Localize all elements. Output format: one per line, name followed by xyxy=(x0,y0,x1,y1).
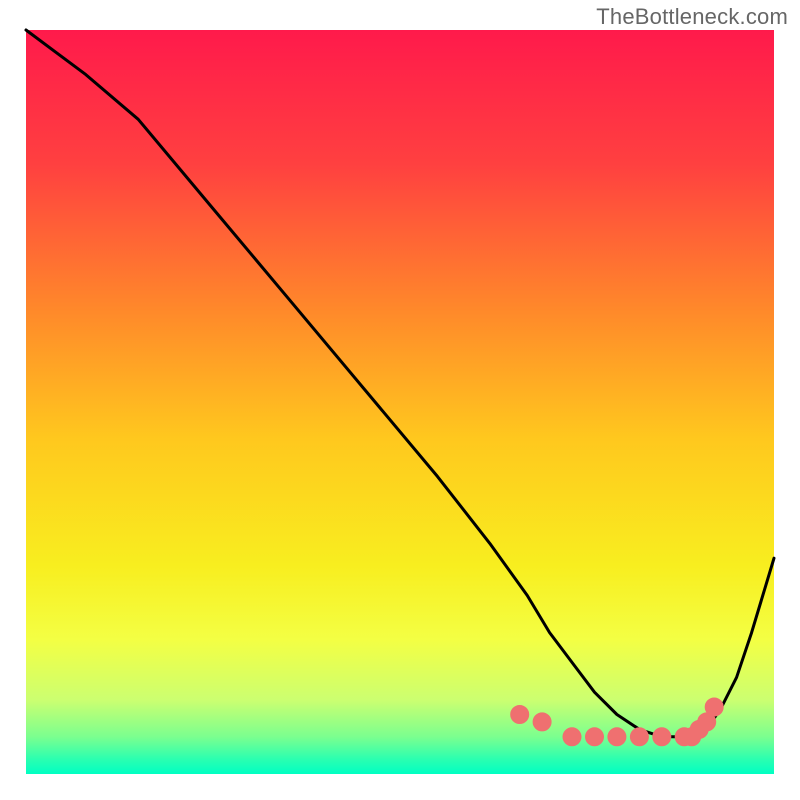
marker-dot xyxy=(586,728,604,746)
marker-dot xyxy=(608,728,626,746)
heatmap-background xyxy=(26,30,774,774)
watermark-label: TheBottleneck.com xyxy=(596,4,788,30)
marker-dot xyxy=(630,728,648,746)
marker-dot xyxy=(653,728,671,746)
chart-frame: TheBottleneck.com xyxy=(0,0,800,800)
marker-dot xyxy=(563,728,581,746)
marker-dot xyxy=(511,706,529,724)
bottleneck-chart xyxy=(0,0,800,800)
marker-dot xyxy=(705,698,723,716)
marker-dot xyxy=(533,713,551,731)
